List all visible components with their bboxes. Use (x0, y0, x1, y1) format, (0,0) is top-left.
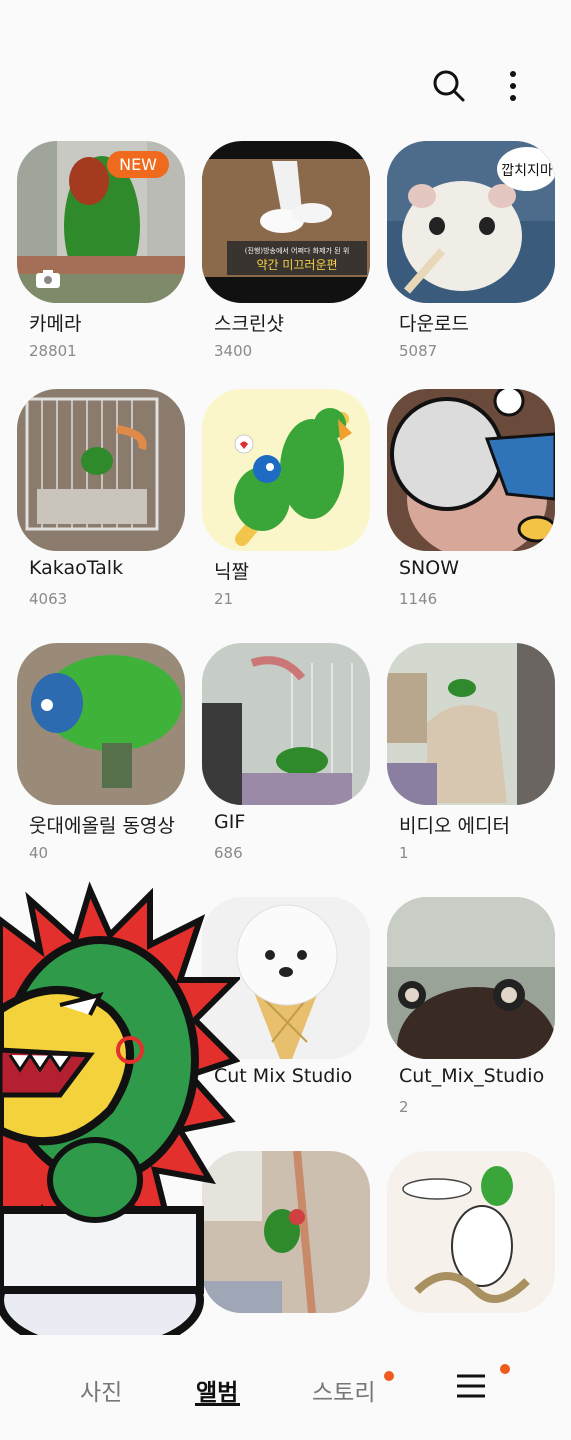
search-icon[interactable] (427, 64, 471, 108)
tab-albums[interactable]: 앨범 (196, 1373, 238, 1407)
active-tab-indicator (195, 1403, 240, 1406)
album-name: Cut_Mix_Studio (399, 1065, 545, 1087)
album-thumbnail (17, 643, 185, 805)
stories-notification-dot (384, 1371, 394, 1381)
album-thumbnail: (진행)방송에서 어쩌다 화제가 된 위 약간 미끄러운편 (202, 141, 370, 303)
album-name: 웃대에올릴 동영상 (29, 815, 175, 837)
album-count: 1 (399, 844, 409, 862)
album-name: Cut Mix Studio (214, 1065, 353, 1087)
tab-stories[interactable]: 스토리 (312, 1373, 375, 1407)
album-thumbnail: NEW (17, 141, 185, 303)
album-name: 비디오 에디터 (399, 815, 510, 837)
album-name: 카메라 (29, 313, 82, 335)
tab-photos[interactable]: 사진 (80, 1373, 122, 1407)
album-thumbnail: 깝치지마 (387, 141, 555, 303)
album-thumbnail (387, 389, 555, 551)
top-app-bar (0, 0, 571, 130)
hamburger-menu-icon[interactable] (453, 1368, 489, 1404)
album-name: KakaoTalk (29, 557, 124, 579)
album-thumbnail (17, 389, 185, 551)
album-thumbnail (202, 389, 370, 551)
album-thumbnail (202, 897, 370, 1059)
album-count: 4063 (29, 590, 68, 608)
more-options-icon[interactable] (491, 64, 535, 108)
album-count: 3400 (214, 342, 253, 360)
svg-text:약간 미끄러운편: 약간 미끄러운편 (256, 257, 337, 272)
album-thumbnail (202, 1151, 370, 1313)
album-thumbnail (387, 1151, 555, 1313)
album-count: 5087 (399, 342, 438, 360)
svg-text:깝치지마: 깝치지마 (501, 163, 553, 179)
album-name: 스크린샷 (214, 313, 284, 335)
album-count: 2 (399, 1098, 409, 1116)
album-name: SNOW (399, 557, 460, 579)
album-name: 닉짤 (214, 561, 249, 583)
album-count: 28801 (29, 342, 77, 360)
album-name: GIF (214, 811, 246, 833)
album-thumbnail (387, 643, 555, 805)
album-thumbnail (202, 643, 370, 805)
camera-icon (35, 269, 61, 289)
album-count: 1146 (399, 590, 438, 608)
menu-notification-dot (500, 1364, 510, 1374)
album-count: 21 (214, 590, 234, 608)
album-thumbnail (387, 897, 555, 1059)
album-count: 686 (214, 844, 243, 862)
svg-text:(진행)방송에서 어쩌다 화제가 된 위: (진행)방송에서 어쩌다 화제가 된 위 (245, 246, 350, 255)
album-count: 40 (29, 844, 49, 862)
album-name: 다운로드 (399, 313, 469, 335)
new-badge: NEW (107, 151, 169, 178)
